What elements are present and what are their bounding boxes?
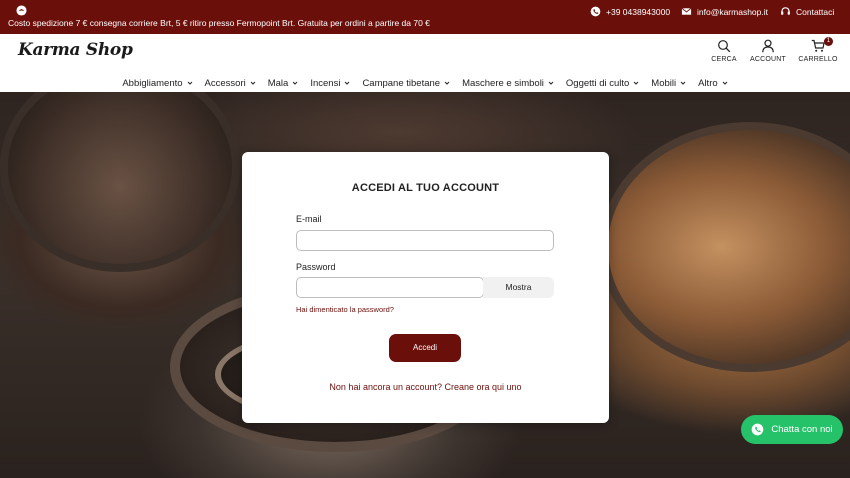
search-button[interactable]: CERCA xyxy=(702,39,746,63)
account-label: ACCOUNT xyxy=(749,56,786,63)
decorative-bowl xyxy=(0,92,240,272)
phone-number: +39 0438943000 xyxy=(606,6,671,17)
site-logo[interactable]: Karma Shop xyxy=(18,40,133,60)
search-label: CERCA xyxy=(711,56,737,63)
search-icon xyxy=(718,40,731,53)
phone-link[interactable]: +39 0438943000 xyxy=(590,6,670,17)
decorative-bowl xyxy=(600,122,850,372)
chevron-down-icon xyxy=(722,81,728,85)
site-header: Karma Shop CERCA ACCOUNT 1 CARRELLO Abbi… xyxy=(0,34,850,92)
mail-icon xyxy=(681,7,692,15)
password-label: Password xyxy=(296,262,336,272)
nav-item-oggetti-di-culto[interactable]: Oggetti di culto xyxy=(560,74,645,92)
top-bar: Costo spedizione 7 € consegna corriere B… xyxy=(0,0,850,34)
whatsapp-chat-button[interactable]: Chatta con noi xyxy=(741,415,843,444)
main-nav: Abbigliamento Accessori Mala Incensi Cam… xyxy=(0,74,850,92)
whatsapp-icon xyxy=(590,6,601,17)
shipping-promo: Costo spedizione 7 € consegna corriere B… xyxy=(8,18,430,28)
login-button[interactable]: Accedi xyxy=(389,334,461,362)
cart-count-badge: 1 xyxy=(824,37,833,46)
nav-item-maschere-e-simboli[interactable]: Maschere e simboli xyxy=(456,74,560,92)
chevron-down-icon xyxy=(292,81,298,85)
create-account-link[interactable]: Non hai ancora un account? Creane ora qu… xyxy=(242,382,609,392)
nav-item-mobili[interactable]: Mobili xyxy=(645,74,692,92)
nav-item-accessori[interactable]: Accessori xyxy=(199,74,262,92)
login-title: ACCEDI AL TUO ACCOUNT xyxy=(351,182,500,194)
cart-label: CARRELLO xyxy=(798,56,838,63)
email-address: info@karmashop.it xyxy=(697,6,768,17)
karma-logo-icon[interactable] xyxy=(16,5,27,16)
chevron-down-icon xyxy=(680,81,686,85)
nav-item-incensi[interactable]: Incensi xyxy=(304,74,356,92)
contact-label: Contattaci xyxy=(796,6,835,17)
chevron-down-icon xyxy=(250,81,256,85)
nav-item-mala[interactable]: Mala xyxy=(262,74,305,92)
headset-icon xyxy=(781,7,790,15)
nav-item-altro[interactable]: Altro xyxy=(692,74,734,92)
chevron-down-icon xyxy=(548,81,554,85)
email-label: E-mail xyxy=(296,214,322,224)
nav-item-abbigliamento[interactable]: Abbigliamento xyxy=(116,74,198,92)
user-icon xyxy=(762,39,774,53)
account-button[interactable]: ACCOUNT xyxy=(746,39,790,63)
email-link[interactable]: info@karmashop.it xyxy=(681,6,768,17)
chat-label: Chatta con noi xyxy=(771,424,833,435)
cart-icon xyxy=(811,39,825,52)
cart-button[interactable]: 1 CARRELLO xyxy=(796,37,840,63)
contact-link[interactable]: Contattaci xyxy=(780,6,834,17)
chevron-down-icon xyxy=(187,81,192,85)
login-card: ACCEDI AL TUO ACCOUNT E-mail Password Mo… xyxy=(242,152,609,423)
whatsapp-icon xyxy=(752,423,764,436)
show-password-button[interactable]: Mostra xyxy=(483,277,554,298)
nav-item-campane-tibetane[interactable]: Campane tibetane xyxy=(356,74,456,92)
chevron-down-icon xyxy=(633,81,639,85)
email-field[interactable] xyxy=(296,230,554,251)
password-field[interactable] xyxy=(296,277,484,298)
forgot-password-link[interactable]: Hai dimenticato la password? xyxy=(296,305,394,314)
chevron-down-icon xyxy=(444,81,450,85)
chevron-down-icon xyxy=(345,81,350,85)
